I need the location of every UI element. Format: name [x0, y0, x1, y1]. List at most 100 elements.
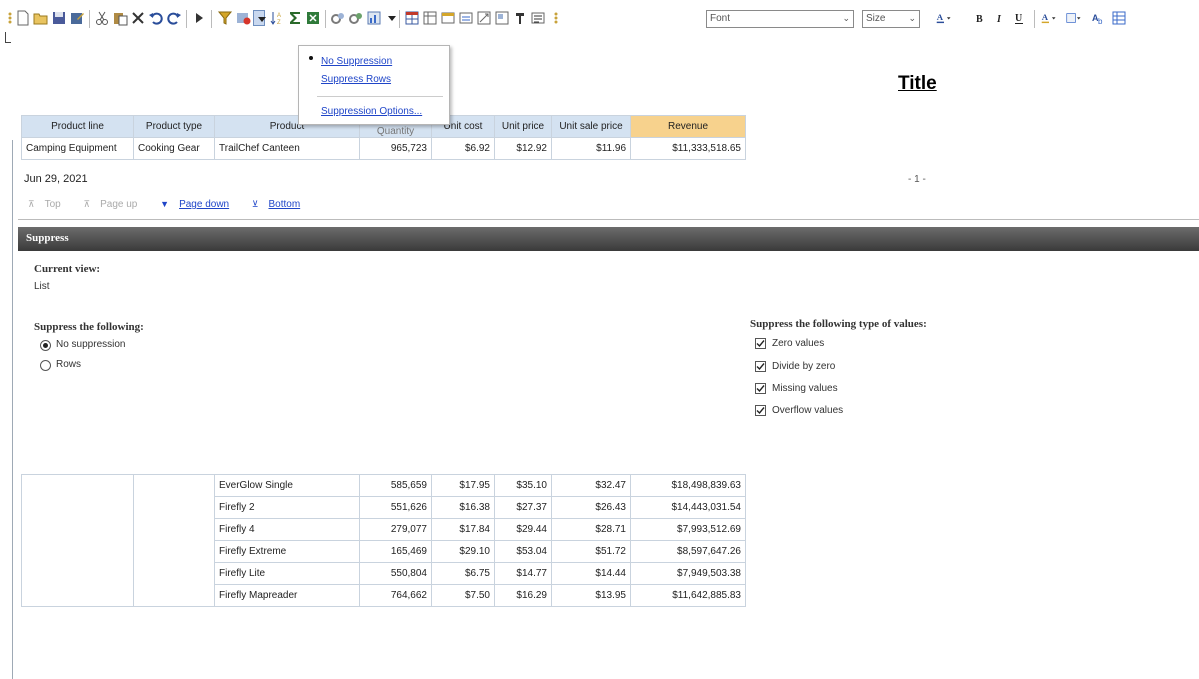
radio-no-suppression-label[interactable]: No suppression [56, 339, 125, 350]
layout-icon[interactable] [494, 10, 510, 26]
undo-icon[interactable] [148, 10, 164, 26]
checkbox-zero-values-label[interactable]: Zero values [772, 338, 824, 349]
cell-quantity: 764,662 [359, 584, 432, 607]
background-color-icon[interactable]: A [1041, 10, 1063, 26]
cell-product: Firefly 2 [214, 496, 360, 519]
swap-icon[interactable] [458, 10, 474, 26]
svg-text:U: U [1015, 13, 1022, 24]
page-up-icon: ⊼ [83, 199, 91, 209]
chart-icon[interactable] [366, 10, 382, 26]
radio-no-suppression[interactable] [40, 340, 51, 351]
insert-icon[interactable] [440, 10, 456, 26]
page-down-icon: ▼ [160, 199, 170, 209]
cell-product-line: Camping Equipment [21, 137, 134, 160]
delete-icon[interactable] [130, 10, 146, 26]
divider [18, 219, 1199, 220]
suppression-menu: No Suppression Suppress Rows Suppression… [298, 45, 450, 125]
ungroup-icon[interactable] [348, 10, 364, 26]
redo-icon[interactable] [166, 10, 182, 26]
page-number: - 1 - [908, 174, 926, 185]
table-row: EverGlow Single 585,659 $17.95 $35.10 $3… [21, 474, 746, 607]
cell-quantity: 965,723 [359, 137, 432, 160]
suppress-panel-title: Suppress [26, 232, 69, 244]
column-header-product-type[interactable]: Product type [133, 115, 215, 138]
cell-quantity: 279,077 [359, 518, 432, 541]
column-header-revenue[interactable]: Revenue [630, 115, 746, 138]
size-select-value: Size [866, 13, 886, 24]
svg-text:Z: Z [277, 20, 281, 26]
new-icon[interactable] [15, 10, 31, 26]
sum-icon[interactable] [287, 10, 303, 26]
suppress-values-label: Suppress the following type of values: [750, 318, 927, 330]
italic-icon[interactable]: I [992, 10, 1008, 26]
cell-quantity: 550,804 [359, 562, 432, 585]
cell-revenue: $8,597,647.26 [630, 540, 746, 563]
menu-item-suppression-options[interactable]: Suppression Options... [321, 106, 422, 117]
cell-quantity: 165,469 [359, 540, 432, 563]
checkbox-divide-by-zero[interactable] [755, 361, 766, 372]
cell-unit-cost: $17.84 [431, 518, 495, 541]
menu-item-no-suppression[interactable]: No Suppression [321, 56, 392, 67]
cell-product-line-empty [21, 474, 134, 607]
menu-item-suppress-rows[interactable]: Suppress Rows [321, 74, 391, 85]
crosstab-icon[interactable] [422, 10, 438, 26]
cell-quantity: 551,626 [359, 496, 432, 519]
cut-icon[interactable] [94, 10, 110, 26]
table-icon[interactable] [404, 10, 420, 26]
underline-icon[interactable]: U [1011, 10, 1027, 26]
style-icon[interactable]: Ab [1091, 10, 1107, 26]
pager-bottom[interactable]: ⊻ Bottom [252, 199, 310, 210]
cell-unit-price: $29.44 [494, 518, 552, 541]
column-header-unit-sale-price[interactable]: Unit sale price [551, 115, 631, 138]
properties-icon[interactable] [1111, 10, 1127, 26]
save-icon[interactable] [51, 10, 67, 26]
cell-unit-cost: $6.92 [431, 137, 495, 160]
cell-unit-cost: $29.10 [431, 540, 495, 563]
format-icon[interactable] [530, 10, 546, 26]
pager-page-up: ⊼ Page up [84, 199, 148, 210]
save-as-icon[interactable] [69, 10, 85, 26]
radio-rows-label[interactable]: Rows [56, 359, 81, 370]
pager-bottom-label[interactable]: Bottom [268, 199, 300, 210]
font-color-icon[interactable]: A [936, 10, 958, 26]
border-icon[interactable] [1066, 10, 1088, 26]
checkbox-missing-values-label[interactable]: Missing values [772, 383, 838, 394]
checkbox-divide-by-zero-label[interactable]: Divide by zero [772, 361, 835, 372]
toolbar: AZ Font ⌄ Size ⌄ A B I U A Ab [0, 0, 1199, 36]
open-icon[interactable] [33, 10, 49, 26]
checkbox-zero-values[interactable] [755, 338, 766, 349]
grip-icon [5, 32, 11, 43]
cell-unit-sale-price: $26.43 [551, 496, 631, 519]
report-title[interactable]: Title [898, 73, 937, 95]
pager-page-down-label[interactable]: Page down [179, 199, 229, 210]
checkbox-overflow-values[interactable] [755, 405, 766, 416]
column-header-unit-price[interactable]: Unit price [494, 115, 552, 138]
pivot-icon[interactable] [476, 10, 492, 26]
sort-icon[interactable]: AZ [269, 10, 285, 26]
suppress-following-label: Suppress the following: [34, 321, 144, 333]
suppress-icon[interactable] [235, 10, 251, 26]
dropdown-arrow-icon[interactable] [253, 10, 266, 26]
paste-icon[interactable] [112, 10, 128, 26]
table-row: Camping Equipment Cooking Gear TrailChef… [21, 137, 746, 160]
cell-unit-cost: $16.38 [431, 496, 495, 519]
cell-unit-sale-price: $11.96 [551, 137, 631, 160]
section-icon[interactable] [512, 10, 528, 26]
checkbox-missing-values[interactable] [755, 383, 766, 394]
pager-page-down[interactable]: ▼ Page down [160, 199, 239, 210]
filter-icon[interactable] [217, 10, 233, 26]
checkbox-overflow-values-label[interactable]: Overflow values [772, 405, 843, 416]
more-arrow-icon[interactable] [384, 10, 396, 26]
size-select[interactable]: Size ⌄ [862, 10, 920, 28]
excel-icon[interactable] [305, 10, 321, 26]
cell-revenue: $7,949,503.38 [630, 562, 746, 585]
column-header-product-line[interactable]: Product line [21, 115, 134, 138]
group-icon[interactable] [330, 10, 346, 26]
font-select[interactable]: Font ⌄ [706, 10, 854, 28]
run-icon[interactable] [191, 10, 207, 26]
radio-rows[interactable] [40, 360, 51, 371]
bold-icon[interactable]: B [972, 10, 988, 26]
cell-revenue: $7,993,512.69 [630, 518, 746, 541]
cell-unit-price: $14.77 [494, 562, 552, 585]
cell-revenue: $11,642,885.83 [630, 584, 746, 607]
